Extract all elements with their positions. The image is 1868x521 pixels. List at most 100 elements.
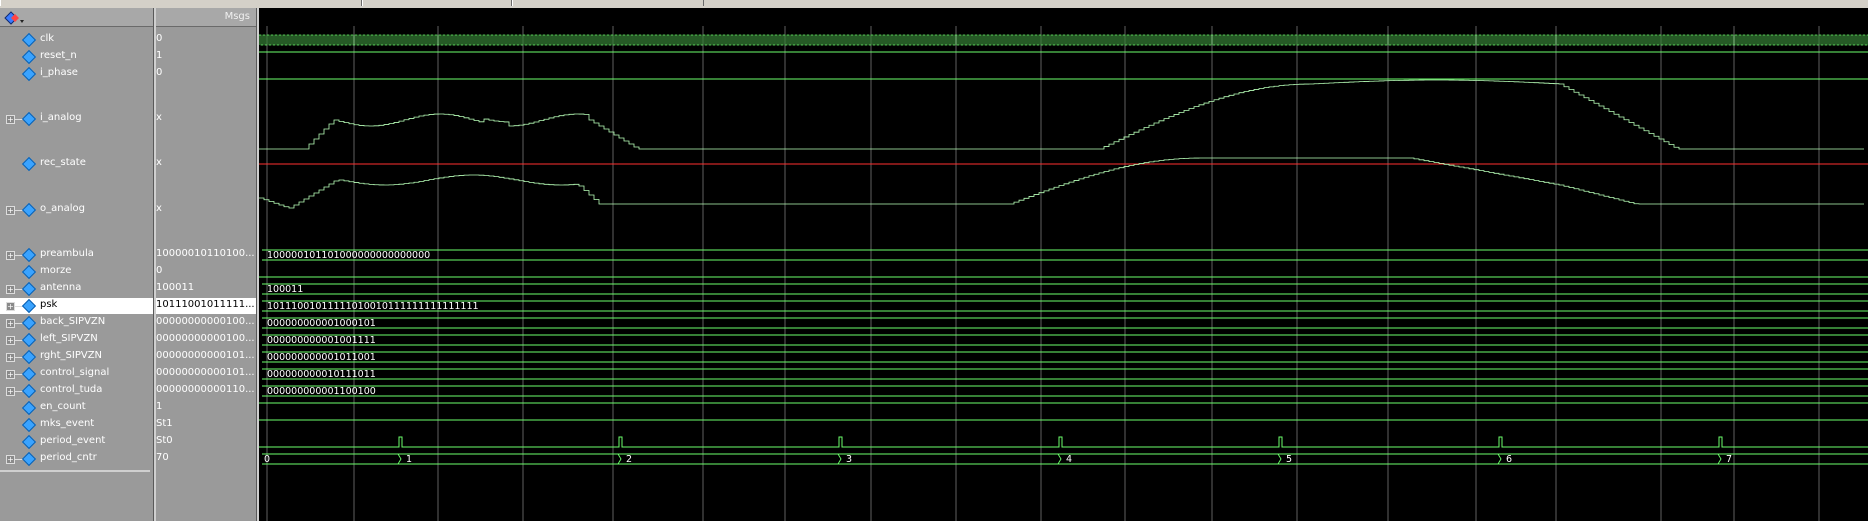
o-analog-waveform — [259, 157, 1864, 209]
signal-value-text: 70 — [156, 452, 169, 463]
preambula-bus-label: 100000101101000000000000000 — [267, 250, 430, 261]
signal-name: o_analog — [40, 203, 85, 214]
signal-name: clk — [40, 33, 55, 44]
period-cntr-transition — [1277, 453, 1282, 465]
signal-row-rght_SIPVZN[interactable]: + rght_SIPVZN — [0, 349, 153, 365]
signal-value-period_cntr[interactable]: 70 — [156, 451, 256, 467]
signal-row-i_phase[interactable]: i_phase — [0, 66, 153, 82]
signal-row-antenna[interactable]: + antenna — [0, 281, 153, 297]
signal-row-i_analog[interactable]: + i_analog — [0, 111, 153, 127]
period-cntr-transition — [1057, 453, 1062, 465]
signal-value-rec_state[interactable]: x — [156, 156, 256, 172]
control_tuda-bus-label: 000000000001100100 — [267, 386, 376, 397]
signal-value-en_count[interactable]: 1 — [156, 400, 256, 416]
signal-name-pane: clk reset_n i_phase + i_analog rec_state + o_an… — [0, 8, 153, 521]
signal-row-psk[interactable]: + psk — [0, 298, 153, 314]
signal-row-period_cntr[interactable]: + period_cntr — [0, 451, 153, 467]
name-column-header — [0, 8, 153, 27]
signal-value-antenna[interactable]: 100011 — [156, 281, 256, 297]
signal-value-rght_SIPVZN[interactable]: 00000000000101... — [156, 349, 256, 365]
signal-value-control_signal[interactable]: 00000000000101... — [156, 366, 256, 382]
period-cntr-transition — [1717, 453, 1722, 465]
signal-name: preambula — [40, 248, 94, 259]
period-cntr-label: 2 — [626, 454, 632, 465]
signal-value-clk[interactable]: 0 — [156, 32, 256, 48]
psk-bus-label: 10111001011111010010111111111111111 — [267, 301, 479, 312]
waveform-pane[interactable]: 100000101101000000000000000 100011 1011100… — [259, 8, 1868, 521]
signal-value-text: x — [156, 112, 162, 123]
toolbar-tab[interactable] — [0, 0, 362, 6]
clk-waveform — [259, 34, 1868, 46]
signal-row-period_event[interactable]: period_event — [0, 434, 153, 450]
antenna-bus-label: 100011 — [267, 284, 303, 295]
signal-row-reset_n[interactable]: reset_n — [0, 49, 153, 65]
signal-value-control_tuda[interactable]: 00000000000110... — [156, 383, 256, 399]
signal-row-clk[interactable]: clk — [0, 32, 153, 48]
signal-value-back_SIPVZN[interactable]: 00000000000100... — [156, 315, 256, 331]
control_signal-bus-label: 000000000010111011 — [267, 369, 376, 380]
signal-diamond-icon — [21, 156, 37, 172]
period-cntr-label: 4 — [1066, 454, 1072, 465]
signal-value-morze[interactable]: 0 — [156, 264, 256, 280]
signal-value-mks_event[interactable]: St1 — [156, 417, 256, 433]
signal-value-text: 1 — [156, 50, 163, 61]
period-cntr-label: 5 — [1286, 454, 1292, 465]
signal-value-psk[interactable]: 10111001011111... — [156, 298, 256, 314]
signal-row-left_SIPVZN[interactable]: + left_SIPVZN — [0, 332, 153, 348]
period-cntr-label: 0 — [264, 454, 270, 465]
signal-value-text: x — [156, 203, 162, 214]
signal-value-text: St0 — [156, 435, 173, 446]
horizontal-scroll-handle[interactable] — [0, 470, 150, 472]
signal-diamond-icon — [21, 349, 37, 365]
signal-value-text: 00000000000101... — [156, 350, 255, 361]
signal-value-i_analog[interactable]: x — [156, 111, 256, 127]
signal-value-i_phase[interactable]: 0 — [156, 66, 256, 82]
back_SIPVZN-bus-label: 000000000001000101 — [267, 318, 376, 329]
signal-value-o_analog[interactable]: x — [156, 202, 256, 218]
signal-row-en_count[interactable]: en_count — [0, 400, 153, 416]
signal-value-reset_n[interactable]: 1 — [156, 49, 256, 65]
signal-diamond-icon — [21, 66, 37, 82]
signal-row-preambula[interactable]: + preambula — [0, 247, 153, 263]
signal-value-text: St1 — [156, 418, 173, 429]
signal-diamond-icon — [21, 451, 37, 467]
signal-diamond-icon — [21, 202, 37, 218]
signal-value-text: 0 — [156, 33, 163, 44]
signal-diamond-icon — [21, 434, 37, 450]
signal-value-text: 0 — [156, 265, 163, 276]
signal-name: reset_n — [40, 50, 77, 61]
signal-diamond-icon — [21, 383, 37, 399]
signal-value-period_event[interactable]: St0 — [156, 434, 256, 450]
rght_SIPVZN-bus-label: 000000000001011001 — [267, 352, 376, 363]
signal-name: psk — [40, 299, 58, 310]
signal-row-back_SIPVZN[interactable]: + back_SIPVZN — [0, 315, 153, 331]
signal-diamond-icon — [21, 111, 37, 127]
signal-row-mks_event[interactable]: mks_event — [0, 417, 153, 433]
signal-value-preambula[interactable]: 10000010110100... — [156, 247, 256, 263]
period-cntr-transition — [397, 453, 402, 465]
signal-row-rec_state[interactable]: rec_state — [0, 156, 153, 172]
signal-name: left_SIPVZN — [40, 333, 98, 344]
signal-row-o_analog[interactable]: + o_analog — [0, 202, 153, 218]
wave-window-icon[interactable] — [4, 11, 26, 25]
signal-value-text: 00000000000101... — [156, 367, 255, 378]
signal-name: period_cntr — [40, 452, 97, 463]
toolbar-tab[interactable] — [512, 0, 704, 6]
signal-value-text: 0 — [156, 67, 163, 78]
signal-row-control_signal[interactable]: + control_signal — [0, 366, 153, 382]
period-cntr-label: 6 — [1506, 454, 1512, 465]
signal-diamond-icon — [21, 332, 37, 348]
signal-value-pane: Msgs 0 1 0 x x x 10000010110100... 0 100011 10111… — [156, 8, 256, 521]
signal-diamond-icon — [21, 247, 37, 263]
signal-value-text: 00000000000110... — [156, 384, 255, 395]
signal-name: control_tuda — [40, 384, 103, 395]
signal-row-control_tuda[interactable]: + control_tuda — [0, 383, 153, 399]
msgs-header-label: Msgs — [224, 11, 250, 22]
signal-value-left_SIPVZN[interactable]: 00000000000100... — [156, 332, 256, 348]
signal-value-text: x — [156, 157, 162, 168]
waveform-canvas[interactable]: 100000101101000000000000000 100011 1011100… — [259, 8, 1868, 521]
signal-diamond-icon — [21, 417, 37, 433]
toolbar-tab[interactable] — [362, 0, 512, 6]
signal-row-morze[interactable]: morze — [0, 264, 153, 280]
signal-name: rec_state — [40, 157, 86, 168]
